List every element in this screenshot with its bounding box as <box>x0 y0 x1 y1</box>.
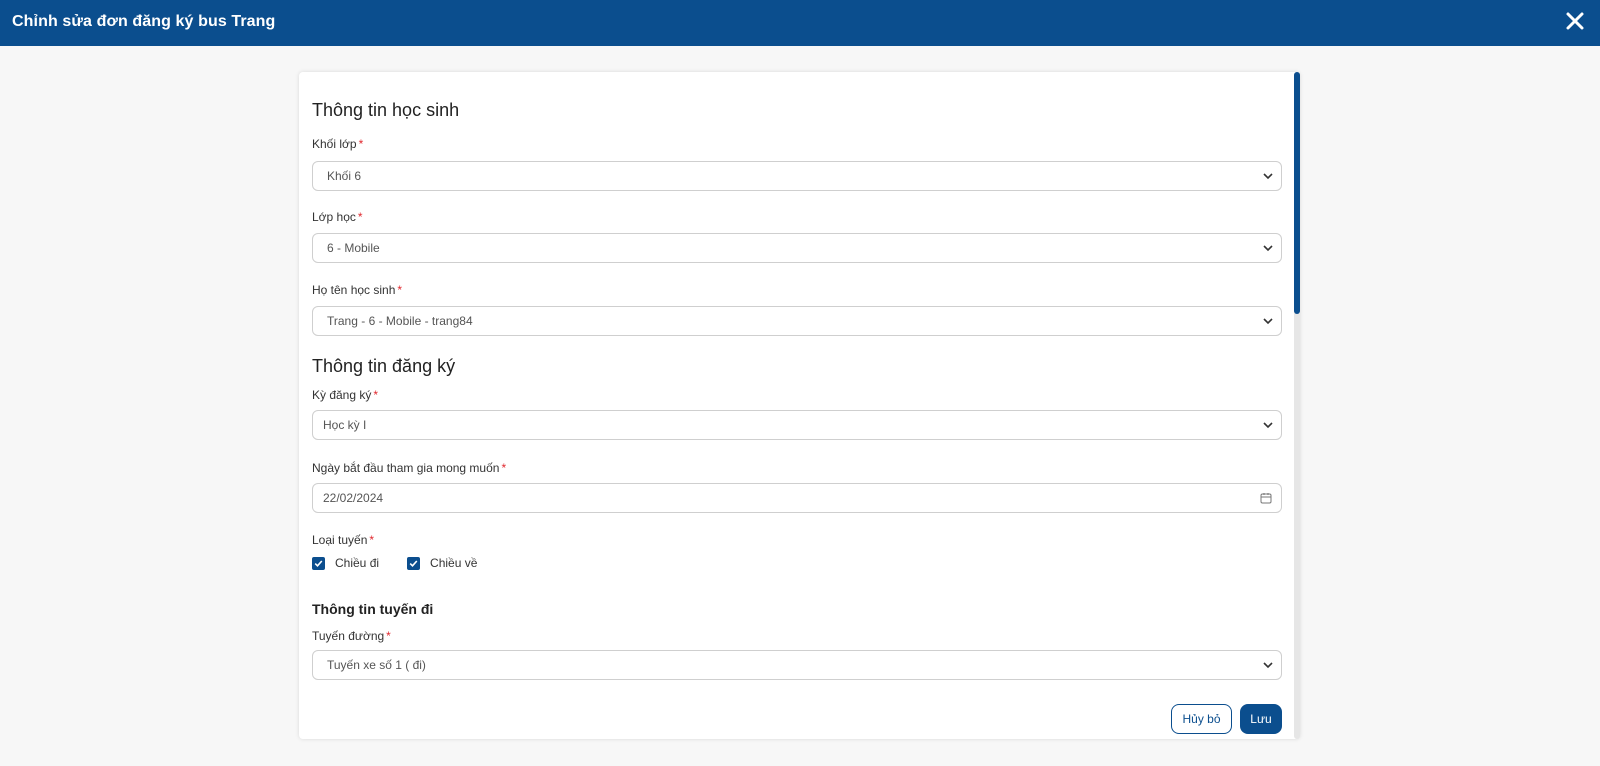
grade-select[interactable]: Khối 6 <box>312 161 1282 191</box>
calendar-icon[interactable] <box>1260 492 1272 504</box>
registration-section-title: Thông tin đăng ký <box>312 356 456 376</box>
student-name-label: Họ tên học sinh * <box>312 283 403 297</box>
student-name-select-value: Trang - 6 - Mobile - trang84 <box>327 314 473 328</box>
form-card: Thông tin học sinh Khối lớp * Khối 6 Lớp … <box>299 72 1300 739</box>
start-date-label: Ngày bắt đầu tham gia mong muốn * <box>312 461 507 475</box>
class-select-value: 6 - Mobile <box>327 241 380 255</box>
student-section-title: Thông tin học sinh <box>312 100 460 120</box>
chevron-down-icon <box>1263 662 1273 669</box>
chevron-down-icon <box>1263 422 1273 429</box>
route-type-label: Loại tuyến * <box>312 533 375 547</box>
check-icon <box>314 559 323 567</box>
outbound-checkbox[interactable] <box>312 556 325 570</box>
route-type-options: Chiều đi Chiều về <box>312 556 477 570</box>
check-icon <box>409 559 418 567</box>
form-scrollbar-thumb[interactable] <box>1294 72 1300 314</box>
start-date-value: 22/02/2024 <box>323 491 384 505</box>
term-select-value: Học kỳ I <box>323 418 367 432</box>
chevron-down-icon <box>1263 173 1273 180</box>
chevron-down-icon <box>1263 245 1273 252</box>
class-select[interactable]: 6 - Mobile <box>312 233 1282 263</box>
outbound-section-title: Thông tin tuyến đi <box>312 601 434 617</box>
class-label: Lớp học * <box>312 210 363 224</box>
header-bar: Chỉnh sửa đơn đăng ký bus Trang <box>0 0 1600 46</box>
grade-label: Khối lớp * <box>312 137 364 151</box>
route-select-value: Tuyến xe số 1 ( đi) <box>327 658 426 672</box>
outbound-checkbox-label[interactable]: Chiều đi <box>335 556 379 570</box>
start-date-input[interactable]: 22/02/2024 <box>312 483 1282 513</box>
dialog-title: Chỉnh sửa đơn đăng ký bus Trang <box>12 13 276 30</box>
term-label: Kỳ đăng ký * <box>312 388 379 402</box>
student-name-select[interactable]: Trang - 6 - Mobile - trang84 <box>312 306 1282 336</box>
grade-select-value: Khối 6 <box>327 169 362 183</box>
close-icon[interactable] <box>1562 8 1588 34</box>
route-label: Tuyến đường * <box>312 629 391 643</box>
term-select[interactable]: Học kỳ I <box>312 410 1282 440</box>
cancel-button[interactable]: Hủy bỏ <box>1171 704 1232 734</box>
save-button[interactable]: Lưu <box>1240 704 1282 734</box>
route-select[interactable]: Tuyến xe số 1 ( đi) <box>312 650 1282 680</box>
return-checkbox[interactable] <box>407 556 421 570</box>
return-checkbox-label[interactable]: Chiều về <box>430 556 477 570</box>
chevron-down-icon <box>1263 318 1273 325</box>
